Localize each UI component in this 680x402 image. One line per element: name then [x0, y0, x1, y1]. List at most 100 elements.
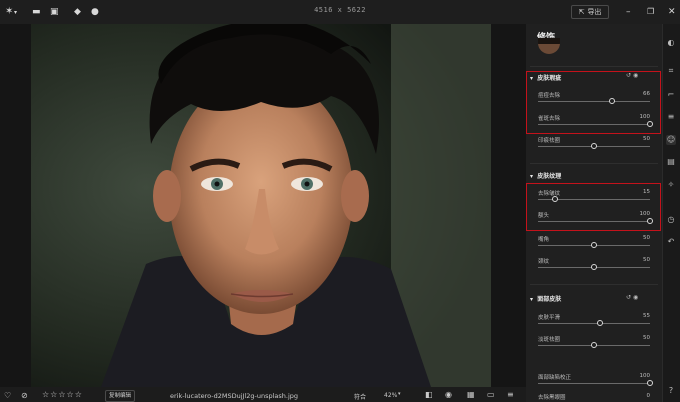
image-icon[interactable]: ▣: [50, 7, 59, 17]
slider-skin-smoothing[interactable]: 皮肤平滑 55: [538, 313, 650, 331]
image-dimensions: 4516 x 5622: [314, 6, 366, 14]
chevron-down-icon[interactable]: ▾: [398, 391, 401, 397]
compare-icon[interactable]: ◧: [425, 390, 433, 399]
list-icon[interactable]: ≡: [507, 390, 514, 399]
slider-label: 额头: [538, 213, 550, 219]
slider-knob[interactable]: [591, 143, 597, 149]
slider-facial-defect-correction[interactable]: 面部缺陷校正 100: [538, 373, 653, 391]
star-icon[interactable]: ☆: [75, 390, 83, 399]
zoom-level[interactable]: 42%: [384, 392, 397, 399]
slider-value: 15: [643, 189, 650, 195]
brush-icon[interactable]: ●: [91, 7, 99, 17]
slider-label: 皮肤平滑: [538, 315, 561, 321]
file-name: erik-lucatero-d2MSDujJl2g-unsplash.jpg: [170, 392, 299, 400]
crop-icon[interactable]: ⌐: [666, 90, 676, 100]
slider-forehead[interactable]: 额头 100: [538, 211, 653, 229]
slider-label: 印痕祛圈: [538, 138, 561, 144]
flag-icon[interactable]: ⊘: [21, 391, 28, 400]
layers-icon[interactable]: ▤: [666, 157, 676, 167]
slider-label: 雀斑去除: [538, 116, 561, 122]
slider-value: 100: [639, 114, 651, 120]
slider-knob[interactable]: [591, 342, 597, 348]
star-rating[interactable]: ☆☆☆☆☆: [42, 390, 83, 399]
slider-value: 66: [643, 91, 650, 97]
slider-label: 面部缺陷校正: [538, 375, 572, 381]
reset-icon[interactable]: ↺: [626, 294, 631, 301]
portrait-photo: [31, 24, 491, 387]
slider-neck-lines[interactable]: 颈纹 50: [538, 257, 650, 275]
slider-label: 去除黑眼圈: [538, 395, 566, 401]
eraser-icon[interactable]: ◆: [74, 7, 81, 17]
section-header-skin-texture[interactable]: ▾ 皮肤纹理: [530, 171, 561, 180]
eye-icon[interactable]: ◉: [445, 390, 452, 399]
star-icon[interactable]: ☆: [42, 390, 50, 399]
slider-knob[interactable]: [551, 196, 558, 202]
export-label: 导出: [587, 8, 602, 16]
scan-icon[interactable]: ⌗: [666, 66, 676, 76]
minimize-icon[interactable]: –: [626, 7, 631, 17]
folder-icon[interactable]: ▬: [32, 7, 41, 17]
fit-button[interactable]: 符合: [354, 392, 366, 401]
slider-dark-circle-removal[interactable]: 去除黑眼圈 0: [538, 393, 650, 402]
slider-mark-reduction[interactable]: 印痕祛圈 50: [538, 136, 650, 154]
slider-label: 痘痘去除: [538, 93, 561, 99]
slider-track[interactable]: [538, 383, 650, 384]
slider-track[interactable]: [538, 221, 650, 222]
section-controls: ↺ ◉: [626, 294, 638, 301]
slider-acne-removal[interactable]: 痘痘去除 66: [538, 91, 650, 109]
slider-value: 50: [643, 335, 650, 341]
divider: [530, 284, 658, 285]
slider-value: 100: [639, 211, 651, 217]
section-title: 皮肤纹理: [537, 173, 562, 180]
history-icon[interactable]: ◷: [666, 215, 676, 225]
chevron-down-icon[interactable]: ▾: [14, 8, 17, 18]
slider-freckle-removal[interactable]: 雀斑去除 100: [538, 114, 653, 132]
help-icon[interactable]: ?: [666, 386, 676, 396]
slider-mouth-corners[interactable]: 嘴角 50: [538, 235, 650, 253]
slider-knob[interactable]: [647, 380, 653, 386]
slider-knob[interactable]: [647, 121, 653, 127]
slider-knob[interactable]: [596, 320, 603, 326]
export-button[interactable]: ⇱ 导出: [571, 5, 609, 19]
face-retouch-icon[interactable]: ☺: [666, 135, 676, 145]
slider-knob[interactable]: [608, 98, 615, 104]
slider-value: 100: [639, 373, 651, 379]
close-icon[interactable]: ✕: [668, 7, 676, 17]
slider-value: 50: [643, 235, 650, 241]
undo-icon[interactable]: ↶: [666, 237, 676, 247]
slider-label: 颈纹: [538, 259, 550, 265]
slider-track[interactable]: [538, 101, 650, 102]
copy-edit-button[interactable]: 复制编辑: [105, 390, 136, 402]
divider: [530, 163, 658, 164]
section-title: 面部皮肤: [537, 296, 562, 303]
slider-track[interactable]: [538, 323, 650, 324]
slider-label: 嘴角: [538, 237, 550, 243]
divider: [530, 66, 658, 67]
sparkle-icon[interactable]: ✧: [666, 180, 676, 190]
top-toolbar: ✶ ▾ ▬ ▣ ◆ ● 4516 x 5622 ⇱ 导出 – ❐ ✕: [0, 0, 680, 24]
slider-value: 50: [643, 257, 650, 263]
slider-knob[interactable]: [647, 218, 653, 224]
grid-view-icon[interactable]: ▦: [467, 390, 475, 399]
slider-label: 淡斑祛圈: [538, 337, 561, 343]
slider-value: 50: [643, 136, 650, 142]
slider-value: 55: [643, 313, 650, 319]
logo-icon[interactable]: ✶: [5, 7, 13, 17]
share-icon: ⇱: [578, 8, 585, 16]
tool-strip: [662, 24, 680, 402]
star-icon[interactable]: ☆: [58, 390, 66, 399]
sliders-icon[interactable]: ≡: [666, 112, 676, 122]
reject-icon[interactable]: ♡: [4, 391, 11, 400]
slider-wrinkle-removal[interactable]: 去除皱纹 15: [538, 189, 650, 207]
slider-knob[interactable]: [591, 264, 597, 270]
adjust-icon[interactable]: ◐: [666, 38, 676, 48]
slider-spot-lightening[interactable]: 淡斑祛圈 50: [538, 335, 650, 353]
eye-icon[interactable]: ◉: [633, 294, 638, 301]
slider-track[interactable]: [538, 124, 650, 125]
slider-knob[interactable]: [591, 242, 597, 248]
star-icon[interactable]: ☆: [67, 390, 75, 399]
section-header-facial-skin[interactable]: ▾ 面部皮肤: [530, 294, 561, 303]
filmstrip-icon[interactable]: ▭: [487, 390, 495, 399]
maximize-icon[interactable]: ❐: [647, 7, 654, 17]
slider-value: 0: [646, 393, 651, 399]
